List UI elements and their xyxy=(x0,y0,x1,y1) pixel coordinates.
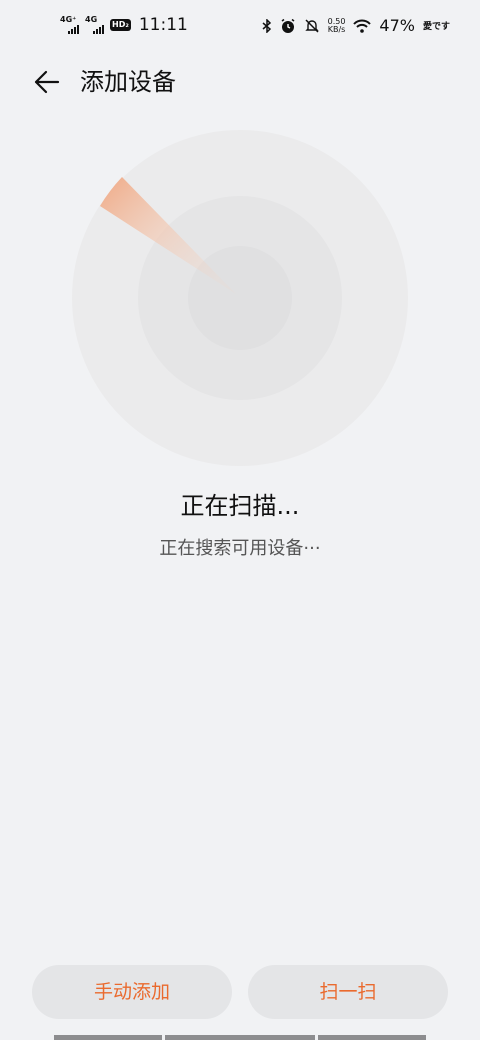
alarm-icon xyxy=(281,18,295,33)
signal-bars-icon xyxy=(93,24,104,34)
signal-2: 4G xyxy=(85,16,104,34)
manual-add-button[interactable]: 手动添加 xyxy=(32,965,232,1019)
clock: 11:11 xyxy=(138,15,188,35)
radar-animation xyxy=(72,130,408,466)
header: 添加设备 xyxy=(0,58,480,106)
hd-voice-icon: HD₂ xyxy=(110,19,131,31)
bluetooth-icon xyxy=(262,18,271,33)
bottom-divider xyxy=(165,1035,315,1040)
mute-icon xyxy=(304,18,319,33)
status-bar: 4G⁺ 4G HD₂ 11:11 0.50 KB/s 47% 愛です xyxy=(0,0,480,52)
network-speed: 0.50 KB/s xyxy=(327,17,346,34)
page-title: 添加设备 xyxy=(80,68,176,96)
bottom-divider xyxy=(318,1035,426,1040)
status-extra-text: 愛です xyxy=(422,22,450,32)
signal-1: 4G⁺ xyxy=(60,16,79,34)
add-device-screen: 4G⁺ 4G HD₂ 11:11 0.50 KB/s 47% 愛です 添加设备 … xyxy=(0,0,480,1040)
status-left: 4G⁺ 4G HD₂ 11:11 xyxy=(60,15,188,35)
scan-status-subtitle: 正在搜索可用设备··· xyxy=(159,538,321,559)
scan-status-title: 正在扫描... xyxy=(180,492,300,520)
network-type-1: 4G⁺ xyxy=(60,15,77,24)
battery-percent: 47% xyxy=(379,16,415,35)
speed-unit: KB/s xyxy=(327,24,346,34)
scan-qr-button[interactable]: 扫一扫 xyxy=(248,965,448,1019)
status-right: 0.50 KB/s 47% 愛です xyxy=(262,16,450,35)
back-button[interactable] xyxy=(30,66,66,98)
signal-bars-icon xyxy=(68,24,79,34)
bottom-divider xyxy=(54,1035,162,1040)
network-type-2: 4G xyxy=(85,15,98,24)
arrow-left-icon xyxy=(34,70,60,94)
wifi-icon xyxy=(353,19,372,33)
